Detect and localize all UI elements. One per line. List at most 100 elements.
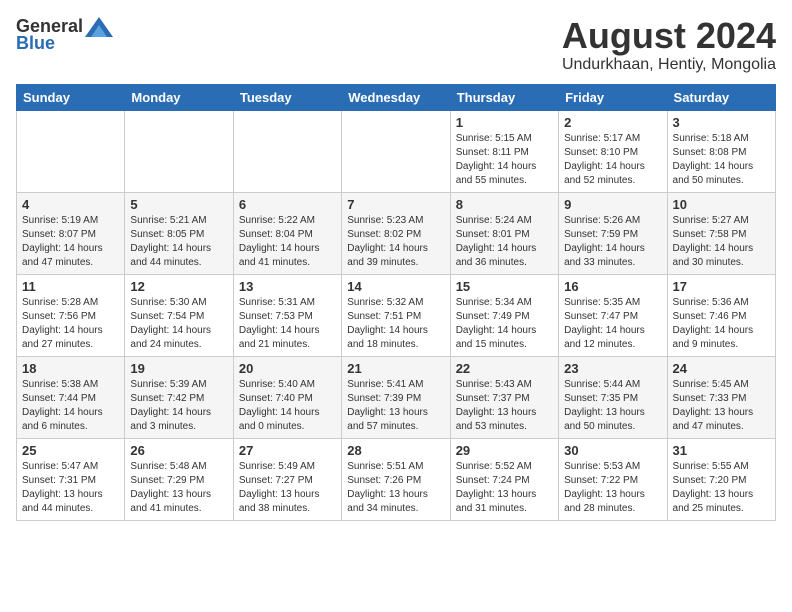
calendar-cell xyxy=(233,110,341,192)
calendar-week-row: 1Sunrise: 5:15 AM Sunset: 8:11 PM Daylig… xyxy=(17,110,776,192)
day-info: Sunrise: 5:35 AM Sunset: 7:47 PM Dayligh… xyxy=(564,296,661,352)
location: Undurkhaan, Hentiy, Mongolia xyxy=(562,56,776,74)
calendar-cell: 17Sunrise: 5:36 AM Sunset: 7:46 PM Dayli… xyxy=(667,274,775,356)
day-number: 2 xyxy=(564,115,661,130)
day-number: 13 xyxy=(239,279,336,294)
weekday-header: Saturday xyxy=(667,84,775,110)
day-number: 9 xyxy=(564,197,661,212)
day-number: 5 xyxy=(130,197,227,212)
logo-icon xyxy=(85,17,113,37)
day-info: Sunrise: 5:19 AM Sunset: 8:07 PM Dayligh… xyxy=(22,214,119,270)
calendar-cell: 29 Sunrise: 5:52 AM Sunset: 7:24 PM Dayli… xyxy=(450,438,558,520)
day-number: 7 xyxy=(347,197,444,212)
day-info: Sunrise: 5:53 AM Sunset: 7:22 PM Dayligh… xyxy=(564,460,661,516)
calendar-cell: 27 Sunrise: 5:49 AM Sunset: 7:27 PM Dayli… xyxy=(233,438,341,520)
day-number: 3 xyxy=(673,115,770,130)
day-info: Sunrise: 5:26 AM Sunset: 7:59 PM Dayligh… xyxy=(564,214,661,270)
day-info: Sunrise: 5:17 AM Sunset: 8:10 PM Dayligh… xyxy=(564,132,661,188)
day-number: 27 xyxy=(239,443,336,458)
day-info: Sunrise: 5:55 AM Sunset: 7:20 PM Dayligh… xyxy=(673,460,770,516)
day-info: Sunrise: 5:38 AM Sunset: 7:44 PM Dayligh… xyxy=(22,378,119,434)
calendar-cell: 2 Sunrise: 5:17 AM Sunset: 8:10 PM Daylig… xyxy=(559,110,667,192)
calendar-cell: 9 Sunrise: 5:26 AM Sunset: 7:59 PM Daylig… xyxy=(559,192,667,274)
day-info: Sunrise: 5:28 AM Sunset: 7:56 PM Dayligh… xyxy=(22,296,119,352)
calendar: SundayMondayTuesdayWednesdayThursdayFrid… xyxy=(16,84,776,521)
calendar-cell: 22Sunrise: 5:43 AM Sunset: 7:37 PM Dayli… xyxy=(450,356,558,438)
calendar-cell: 19Sunrise: 5:39 AM Sunset: 7:42 PM Dayli… xyxy=(125,356,233,438)
day-number: 28 xyxy=(347,443,444,458)
weekday-header: Sunday xyxy=(17,84,125,110)
day-info: Sunrise: 5:47 AM Sunset: 7:31 PM Dayligh… xyxy=(22,460,119,516)
day-info: Sunrise: 5:24 AM Sunset: 8:01 PM Dayligh… xyxy=(456,214,553,270)
page-header: General Blue August 2024 Undurkhaan, Hen… xyxy=(16,16,776,74)
day-number: 31 xyxy=(673,443,770,458)
calendar-cell: 20 Sunrise: 5:40 AM Sunset: 7:40 PM Dayli… xyxy=(233,356,341,438)
day-number: 30 xyxy=(564,443,661,458)
day-number: 16 xyxy=(564,279,661,294)
day-number: 4 xyxy=(22,197,119,212)
day-number: 1 xyxy=(456,115,553,130)
day-number: 21 xyxy=(347,361,444,376)
day-info: Sunrise: 5:49 AM Sunset: 7:27 PM Dayligh… xyxy=(239,460,336,516)
calendar-cell: 5 Sunrise: 5:21 AM Sunset: 8:05 PM Daylig… xyxy=(125,192,233,274)
calendar-cell: 24 Sunrise: 5:45 AM Sunset: 7:33 PM Dayli… xyxy=(667,356,775,438)
day-info: Sunrise: 5:43 AM Sunset: 7:37 PM Dayligh… xyxy=(456,378,553,434)
day-number: 6 xyxy=(239,197,336,212)
day-number: 20 xyxy=(239,361,336,376)
day-number: 26 xyxy=(130,443,227,458)
day-info: Sunrise: 5:21 AM Sunset: 8:05 PM Dayligh… xyxy=(130,214,227,270)
day-info: Sunrise: 5:30 AM Sunset: 7:54 PM Dayligh… xyxy=(130,296,227,352)
calendar-cell: 21 Sunrise: 5:41 AM Sunset: 7:39 PM Dayli… xyxy=(342,356,450,438)
day-number: 12 xyxy=(130,279,227,294)
calendar-cell: 3 Sunrise: 5:18 AM Sunset: 8:08 PM Daylig… xyxy=(667,110,775,192)
day-info: Sunrise: 5:52 AM Sunset: 7:24 PM Dayligh… xyxy=(456,460,553,516)
day-number: 25 xyxy=(22,443,119,458)
calendar-cell: 6 Sunrise: 5:22 AM Sunset: 8:04 PM Daylig… xyxy=(233,192,341,274)
calendar-cell: 14 Sunrise: 5:32 AM Sunset: 7:51 PM Dayli… xyxy=(342,274,450,356)
calendar-cell: 28 Sunrise: 5:51 AM Sunset: 7:26 PM Dayli… xyxy=(342,438,450,520)
calendar-cell: 31 Sunrise: 5:55 AM Sunset: 7:20 PM Dayli… xyxy=(667,438,775,520)
day-number: 23 xyxy=(564,361,661,376)
logo-blue: Blue xyxy=(16,33,55,54)
day-number: 29 xyxy=(456,443,553,458)
calendar-week-row: 11Sunrise: 5:28 AM Sunset: 7:56 PM Dayli… xyxy=(17,274,776,356)
calendar-cell: 30 Sunrise: 5:53 AM Sunset: 7:22 PM Dayli… xyxy=(559,438,667,520)
day-info: Sunrise: 5:23 AM Sunset: 8:02 PM Dayligh… xyxy=(347,214,444,270)
calendar-cell: 11Sunrise: 5:28 AM Sunset: 7:56 PM Dayli… xyxy=(17,274,125,356)
calendar-cell xyxy=(17,110,125,192)
day-number: 8 xyxy=(456,197,553,212)
day-info: Sunrise: 5:34 AM Sunset: 7:49 PM Dayligh… xyxy=(456,296,553,352)
weekday-header-row: SundayMondayTuesdayWednesdayThursdayFrid… xyxy=(17,84,776,110)
day-info: Sunrise: 5:51 AM Sunset: 7:26 PM Dayligh… xyxy=(347,460,444,516)
calendar-cell: 10Sunrise: 5:27 AM Sunset: 7:58 PM Dayli… xyxy=(667,192,775,274)
day-info: Sunrise: 5:45 AM Sunset: 7:33 PM Dayligh… xyxy=(673,378,770,434)
calendar-cell xyxy=(342,110,450,192)
day-info: Sunrise: 5:22 AM Sunset: 8:04 PM Dayligh… xyxy=(239,214,336,270)
weekday-header: Thursday xyxy=(450,84,558,110)
day-number: 14 xyxy=(347,279,444,294)
calendar-week-row: 25 Sunrise: 5:47 AM Sunset: 7:31 PM Dayli… xyxy=(17,438,776,520)
day-info: Sunrise: 5:39 AM Sunset: 7:42 PM Dayligh… xyxy=(130,378,227,434)
day-info: Sunrise: 5:44 AM Sunset: 7:35 PM Dayligh… xyxy=(564,378,661,434)
day-number: 15 xyxy=(456,279,553,294)
weekday-header: Tuesday xyxy=(233,84,341,110)
calendar-cell: 23 Sunrise: 5:44 AM Sunset: 7:35 PM Dayli… xyxy=(559,356,667,438)
calendar-cell: 16 Sunrise: 5:35 AM Sunset: 7:47 PM Dayli… xyxy=(559,274,667,356)
day-info: Sunrise: 5:32 AM Sunset: 7:51 PM Dayligh… xyxy=(347,296,444,352)
day-info: Sunrise: 5:48 AM Sunset: 7:29 PM Dayligh… xyxy=(130,460,227,516)
weekday-header: Monday xyxy=(125,84,233,110)
day-info: Sunrise: 5:18 AM Sunset: 8:08 PM Dayligh… xyxy=(673,132,770,188)
month-year: August 2024 xyxy=(562,16,776,56)
calendar-cell: 7 Sunrise: 5:23 AM Sunset: 8:02 PM Daylig… xyxy=(342,192,450,274)
day-info: Sunrise: 5:27 AM Sunset: 7:58 PM Dayligh… xyxy=(673,214,770,270)
day-number: 24 xyxy=(673,361,770,376)
calendar-cell: 1Sunrise: 5:15 AM Sunset: 8:11 PM Daylig… xyxy=(450,110,558,192)
day-number: 17 xyxy=(673,279,770,294)
calendar-week-row: 18Sunrise: 5:38 AM Sunset: 7:44 PM Dayli… xyxy=(17,356,776,438)
calendar-cell: 18Sunrise: 5:38 AM Sunset: 7:44 PM Dayli… xyxy=(17,356,125,438)
day-info: Sunrise: 5:41 AM Sunset: 7:39 PM Dayligh… xyxy=(347,378,444,434)
day-info: Sunrise: 5:40 AM Sunset: 7:40 PM Dayligh… xyxy=(239,378,336,434)
calendar-cell: 8 Sunrise: 5:24 AM Sunset: 8:01 PM Daylig… xyxy=(450,192,558,274)
weekday-header: Wednesday xyxy=(342,84,450,110)
logo: General Blue xyxy=(16,16,115,54)
